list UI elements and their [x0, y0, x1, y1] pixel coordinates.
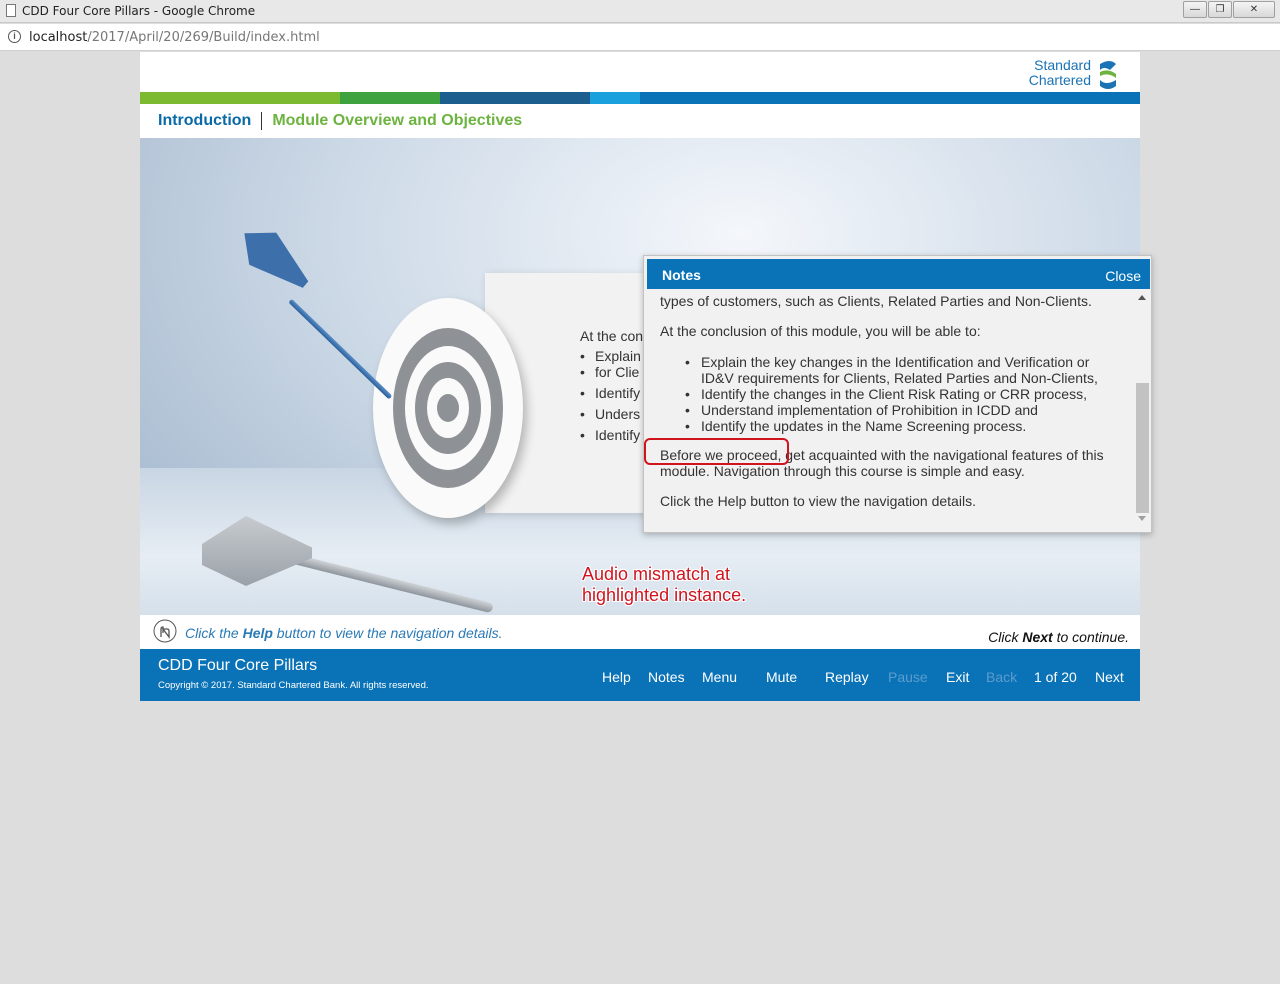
footer-nav: Help Notes Menu Mute Replay Pause Exit B…: [140, 669, 1140, 685]
standard-chartered-logo: Standard Chartered: [1020, 56, 1130, 92]
hint-suffix: button to view the navigation details.: [272, 625, 503, 641]
card-item: Identify: [580, 385, 641, 406]
back-button: Back: [986, 669, 1018, 685]
annotation-line1: Audio mismatch at: [582, 564, 731, 584]
logo-line1: Standard: [1034, 57, 1091, 73]
notes-para-help: Click the Help button to view the naviga…: [660, 493, 976, 509]
notes-bullet: Explain the key changes in the Identific…: [683, 354, 1123, 386]
mute-button[interactable]: Mute: [766, 669, 797, 685]
annotation-line2: highlighted instance.: [582, 585, 747, 605]
dart-blue-image: [288, 298, 393, 400]
window-title: CDD Four Core Pillars - Google Chrome: [22, 4, 256, 18]
notes-close-button[interactable]: Close: [1105, 268, 1141, 284]
notes-bullet: Identify the changes in the Client Risk …: [683, 386, 1123, 402]
card-item: Unders: [580, 406, 641, 427]
card-objectives-list: Explain for Clie Identify Unders Identif…: [580, 348, 641, 448]
mismatch-highlight-box: [644, 438, 789, 465]
breadcrumb-module-overview: Module Overview and Objectives: [272, 112, 523, 129]
breadcrumb-introduction: Introduction: [158, 112, 252, 129]
logo-text: Standard Chartered: [1029, 58, 1091, 88]
scroll-up-arrow-icon[interactable]: [1138, 295, 1146, 300]
notes-header: Notes Close: [647, 259, 1150, 289]
url-host: localhost: [29, 30, 88, 45]
hint-help-word: Help: [242, 625, 273, 641]
next-button[interactable]: Next: [1095, 669, 1124, 685]
continue-prefix: Click: [988, 629, 1023, 645]
notes-bullet: Identify the updates in the Name Screeni…: [683, 418, 1123, 434]
notes-objectives-list: Explain the key changes in the Identific…: [683, 354, 1123, 434]
hint-prefix: Click the: [185, 625, 243, 641]
continue-hint-text: Click Next to continue.: [988, 629, 1129, 645]
breadcrumb: Introduction Module Overview and Objecti…: [158, 110, 522, 132]
breadcrumb-divider: [261, 112, 263, 130]
pause-button: Pause: [888, 669, 928, 685]
exit-button[interactable]: Exit: [946, 669, 969, 685]
url-path: /2017/April/20/269/Build/index.html: [87, 30, 320, 45]
restore-button[interactable]: ❐: [1208, 1, 1232, 18]
continue-suffix: to continue.: [1052, 629, 1129, 645]
notes-para-conclusion: At the conclusion of this module, you wi…: [660, 323, 981, 339]
continue-next-word: Next: [1022, 629, 1053, 645]
notes-bullet: Understand implementation of Prohibition…: [683, 402, 1123, 418]
help-hint-text: Click the Help button to view the naviga…: [185, 625, 503, 641]
replay-button[interactable]: Replay: [825, 669, 869, 685]
hint-bar: Click the Help button to view the naviga…: [140, 615, 1140, 649]
page-counter: 1 of 20: [1034, 669, 1077, 685]
url-text[interactable]: localhost/2017/April/20/269/Build/index.…: [29, 30, 320, 45]
browser-titlebar: CDD Four Core Pillars - Google Chrome — …: [0, 0, 1280, 23]
notes-title: Notes: [662, 267, 701, 283]
card-lead-text: At the con: [580, 328, 644, 344]
course-footer: CDD Four Core Pillars Copyright © 2017. …: [140, 649, 1140, 701]
notes-scrollbar[interactable]: [1136, 291, 1149, 529]
notes-para-intro-tail: types of customers, such as Clients, Rel…: [660, 293, 1092, 309]
scroll-down-arrow-icon[interactable]: [1138, 516, 1146, 521]
hand-pointer-icon: [153, 619, 177, 643]
notes-panel: Notes Close types of customers, such as …: [643, 255, 1152, 533]
review-annotation: Audio mismatch at highlighted instance.: [582, 564, 746, 606]
help-button[interactable]: Help: [602, 669, 631, 685]
card-item: Identify: [580, 427, 641, 448]
address-bar[interactable]: i localhost/2017/April/20/269/Build/inde…: [0, 24, 1280, 51]
logo-mark-icon: [1100, 61, 1116, 89]
notes-body[interactable]: types of customers, such as Clients, Rel…: [647, 289, 1133, 529]
page-icon: [6, 4, 16, 17]
notes-button[interactable]: Notes: [648, 669, 685, 685]
info-icon[interactable]: i: [8, 30, 21, 43]
menu-button[interactable]: Menu: [702, 669, 737, 685]
close-window-button[interactable]: ✕: [1233, 1, 1275, 18]
card-item: for Clie: [580, 364, 641, 385]
dartboard-image: [373, 298, 523, 518]
dart-flight-image: [231, 217, 319, 301]
brand-color-bar: [140, 92, 1140, 104]
minimize-button[interactable]: —: [1183, 1, 1207, 18]
logo-line2: Chartered: [1028, 72, 1091, 88]
scrollbar-thumb[interactable]: [1136, 383, 1149, 513]
